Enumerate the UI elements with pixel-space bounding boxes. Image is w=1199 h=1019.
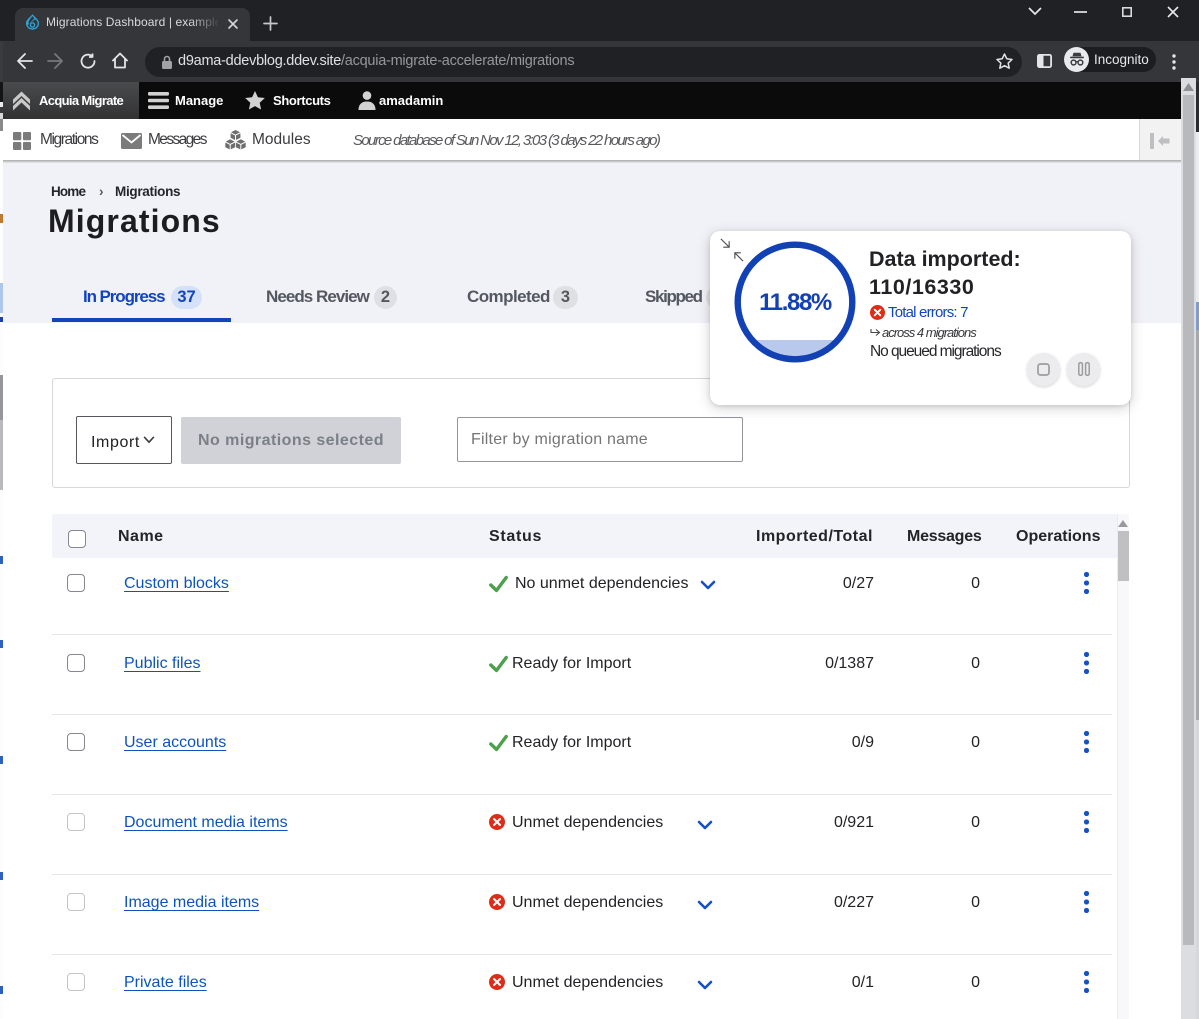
svg-text:11.88%: 11.88% xyxy=(759,289,832,316)
